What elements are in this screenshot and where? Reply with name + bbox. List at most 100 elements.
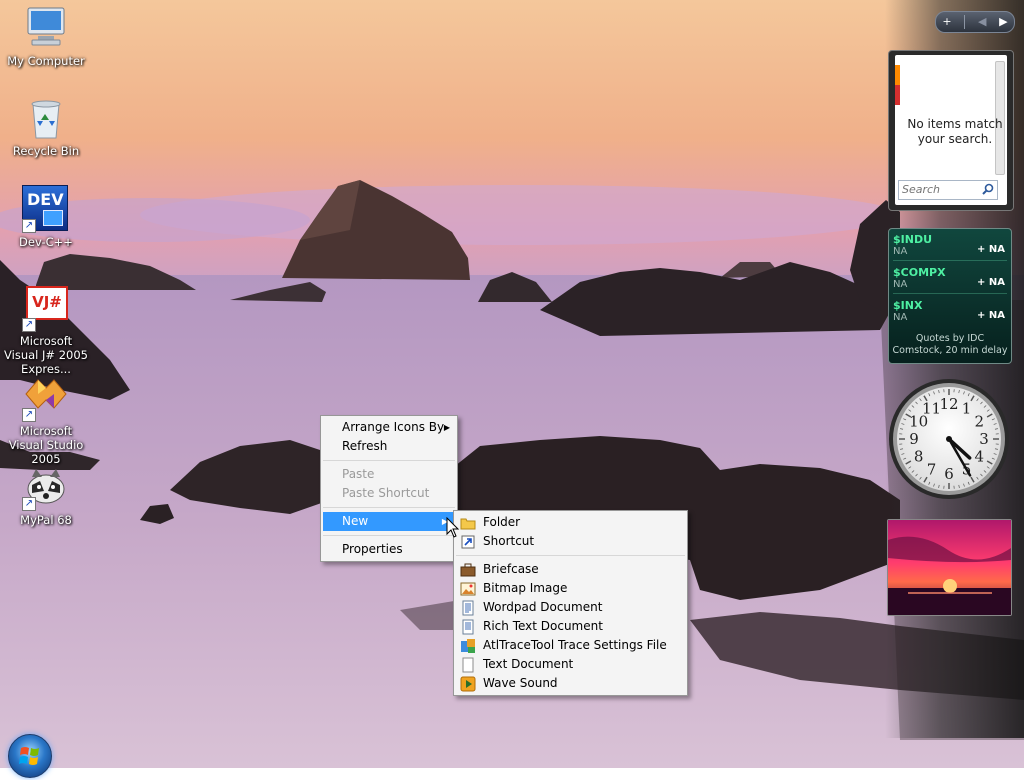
menu-item-refresh[interactable]: Refresh — [321, 437, 457, 456]
menu-item-label: Bitmap Image — [483, 581, 567, 595]
menu-item-rich-text-document[interactable]: Rich Text Document — [454, 617, 687, 636]
bitmap-image-icon — [460, 581, 476, 597]
menu-separator — [323, 460, 455, 461]
clock-face: 121234567891011 — [887, 377, 1011, 501]
desktop-icon-visual-jsharp[interactable]: VJ# ↗ Microsoft Visual J# 2005 Expres... — [1, 284, 91, 376]
desktop-icon-recycle-bin[interactable]: Recycle Bin — [1, 94, 91, 158]
mouse-cursor-icon — [446, 517, 460, 539]
visual-studio-icon: ↗ — [22, 374, 70, 422]
stock-value: NA — [893, 312, 907, 323]
desktop-icon-label: Recycle Bin — [1, 144, 91, 158]
clock-number: 9 — [909, 430, 919, 448]
folder-icon — [460, 515, 476, 531]
desktop-icon-mypal[interactable]: ↗ MyPal 68 — [1, 463, 91, 527]
divider — [964, 15, 965, 29]
menu-separator — [323, 507, 455, 508]
contacts-gadget: No items match your search. — [888, 50, 1014, 211]
clock-number: 1 — [962, 400, 972, 418]
menu-item-arrange-icons-by[interactable]: Arrange Icons By ▶ — [321, 418, 457, 437]
menu-item-label: Refresh — [342, 439, 387, 453]
shortcut-overlay-icon: ↗ — [22, 408, 36, 422]
menu-item-label: Shortcut — [483, 534, 534, 548]
menu-separator — [323, 535, 455, 536]
clock-number: 7 — [927, 460, 937, 478]
desktop-icon-label: Dev-C++ — [1, 235, 91, 249]
menu-item-paste: Paste — [321, 465, 457, 484]
next-page-button[interactable]: ▶ — [999, 12, 1007, 32]
stock-row[interactable]: $COMPX NA + NA — [893, 264, 1007, 294]
no-results-message: No items match your search. — [905, 117, 1005, 147]
my-computer-icon — [22, 4, 70, 52]
text-document-icon — [460, 657, 476, 673]
menu-item-text-document[interactable]: Text Document — [454, 655, 687, 674]
windows-logo-icon — [9, 735, 51, 777]
menu-item-label: Folder — [483, 515, 520, 529]
mypal-icon: ↗ — [22, 463, 70, 511]
menu-item-label: AtlTraceTool Trace Settings File — [483, 638, 667, 652]
contacts-tab[interactable] — [895, 65, 900, 105]
menu-item-label: Rich Text Document — [483, 619, 603, 633]
clock-number: 11 — [922, 400, 941, 418]
wave-sound-icon — [460, 676, 476, 692]
menu-item-label: Wordpad Document — [483, 600, 602, 614]
menu-item-label: Text Document — [483, 657, 573, 671]
stocks-credit: Quotes by IDC Comstock, 20 min delay — [891, 333, 1009, 357]
menu-item-bitmap-image[interactable]: Bitmap Image — [454, 579, 687, 598]
desktop-icon-dev-cpp[interactable]: DEV ↗ Dev-C++ — [1, 185, 91, 249]
shortcut-overlay-icon: ↗ — [22, 497, 36, 511]
previous-page-button[interactable]: ◀ — [978, 12, 986, 32]
desktop-context-menu: Arrange Icons By ▶ Refresh Paste Paste S… — [320, 415, 458, 562]
sidebar-controls: + ◀ ▶ — [935, 11, 1015, 33]
shortcut-overlay-icon: ↗ — [22, 219, 36, 233]
stock-change: + NA — [977, 310, 1005, 321]
slideshow-gadget[interactable] — [887, 519, 1012, 616]
submenu-arrow-icon: ▶ — [444, 418, 450, 437]
menu-item-label: New — [342, 514, 368, 528]
menu-separator — [456, 555, 685, 556]
stock-symbol: $INDU — [893, 233, 932, 246]
menu-item-briefcase[interactable]: Briefcase — [454, 560, 687, 579]
shortcut-icon — [460, 534, 476, 550]
menu-item-wave-sound[interactable]: Wave Sound — [454, 674, 687, 693]
stock-change: + NA — [977, 277, 1005, 288]
menu-item-label: Paste — [342, 467, 374, 481]
clock-number: 4 — [975, 448, 985, 466]
visual-jsharp-icon: VJ# ↗ — [22, 284, 70, 332]
menu-item-properties[interactable]: Properties — [321, 540, 457, 559]
desktop-icon-label: MyPal 68 — [1, 513, 91, 527]
desktop-icon-my-computer[interactable]: My Computer — [1, 4, 91, 68]
rich-text-document-icon — [460, 619, 476, 635]
stock-symbol: $COMPX — [893, 266, 946, 279]
desktop-icon-label: My Computer — [1, 54, 91, 68]
search-icon[interactable] — [982, 183, 994, 198]
desktop-icon-visual-studio[interactable]: ↗ Microsoft Visual Studio 2005 — [1, 374, 91, 466]
atltrace-settings-icon — [460, 638, 476, 654]
recycle-bin-icon — [22, 94, 70, 142]
menu-item-label: Properties — [342, 542, 403, 556]
desktop-icon-label: Microsoft Visual J# 2005 Expres... — [1, 334, 91, 376]
menu-item-label: Paste Shortcut — [342, 486, 429, 500]
new-submenu: Folder Shortcut Briefcase Bitmap Image W… — [453, 510, 688, 696]
stock-value: NA — [893, 279, 907, 290]
add-gadget-button[interactable]: + — [942, 12, 951, 32]
menu-item-label: Wave Sound — [483, 676, 558, 690]
contacts-search-box — [898, 180, 998, 200]
menu-item-shortcut[interactable]: Shortcut — [454, 532, 687, 551]
stock-value: NA — [893, 246, 907, 257]
clock-gadget[interactable]: 121234567891011 — [887, 377, 1011, 501]
menu-item-label: Arrange Icons By — [342, 420, 444, 434]
menu-item-new[interactable]: New ▶ — [323, 512, 455, 531]
contacts-panel: No items match your search. — [895, 55, 1007, 205]
stock-symbol: $INX — [893, 299, 922, 312]
contacts-search-input[interactable] — [899, 181, 982, 197]
menu-item-folder[interactable]: Folder — [454, 513, 687, 532]
menu-item-atltrace-settings[interactable]: AtlTraceTool Trace Settings File — [454, 636, 687, 655]
wordpad-document-icon — [460, 600, 476, 616]
menu-item-paste-shortcut: Paste Shortcut — [321, 484, 457, 503]
stock-row[interactable]: $INDU NA + NA — [893, 231, 1007, 261]
clock-number: 6 — [944, 465, 954, 483]
stock-row[interactable]: $INX NA + NA — [893, 297, 1007, 327]
menu-item-wordpad-document[interactable]: Wordpad Document — [454, 598, 687, 617]
start-button[interactable] — [8, 734, 52, 778]
stocks-gadget[interactable]: $INDU NA + NA $COMPX NA + NA $INX NA + N… — [888, 228, 1012, 364]
